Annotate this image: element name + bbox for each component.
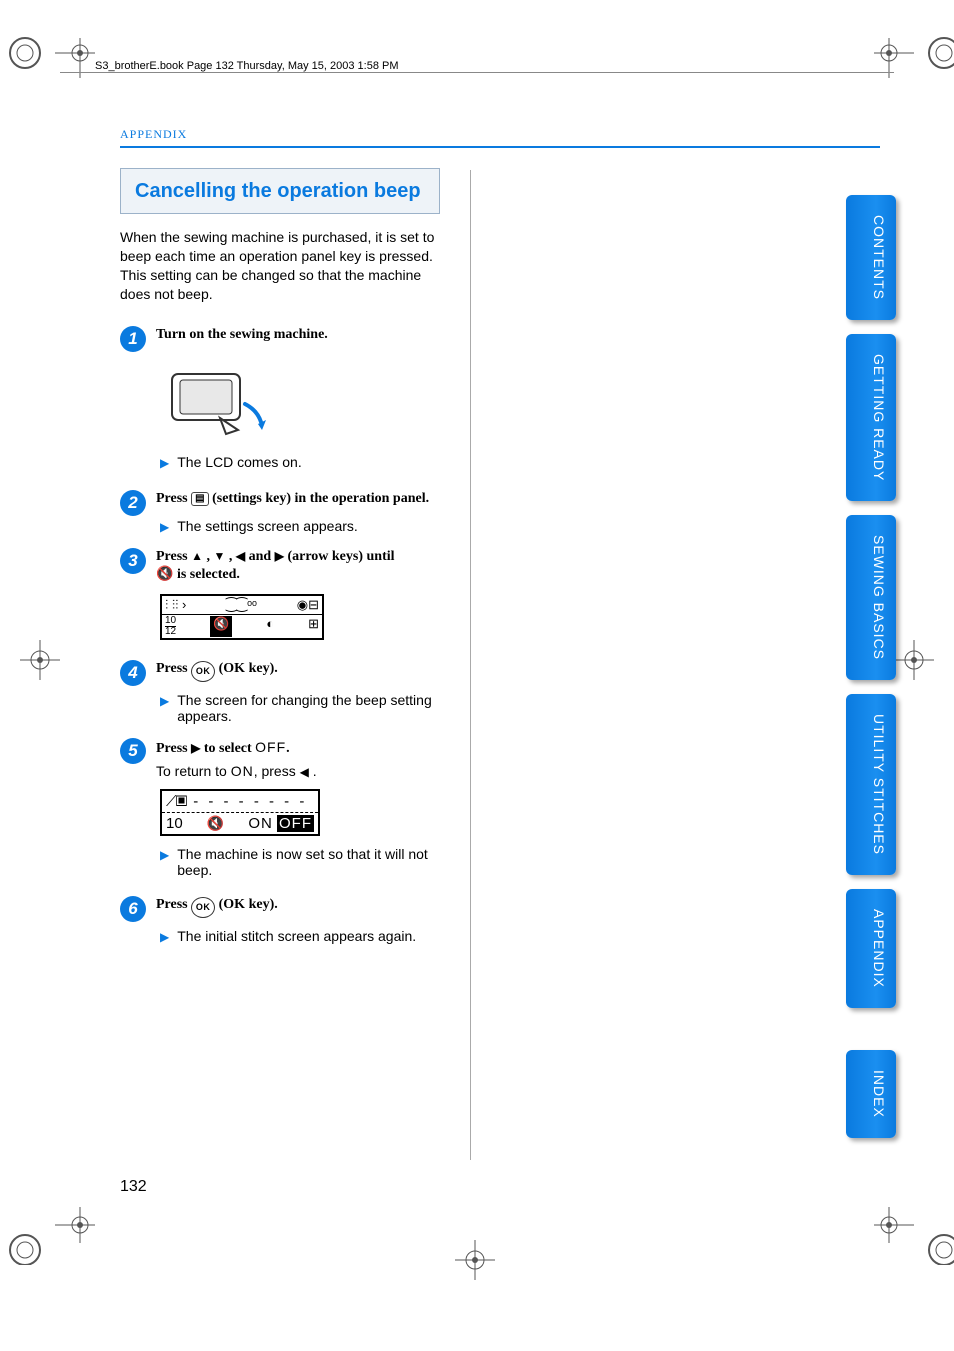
right-arrow-icon: ▶ — [191, 741, 200, 757]
tab-contents[interactable]: CONTENTS — [846, 195, 896, 320]
step-5-sub: To return to ON, press ◀ . — [156, 763, 460, 779]
result-arrow-icon: ▶ — [160, 930, 169, 944]
step-2-result: The settings screen appears. — [177, 518, 358, 534]
on-glyph: ON — [231, 763, 254, 779]
up-arrow-icon: ▲ — [191, 549, 203, 565]
topic-title: Cancelling the operation beep — [135, 179, 425, 203]
step-number-6: 6 — [120, 896, 146, 922]
crop-mark-top-right — [874, 28, 954, 108]
speaker-icon: 🔇 — [156, 567, 173, 582]
step-5-result: The machine is now set so that it will n… — [177, 846, 460, 878]
step-number-3: 3 — [120, 548, 146, 574]
step-4-head: Press OK (OK key). — [156, 660, 460, 682]
lcd-settings-screen: ⫶ ⫶⫶ ›⁐⁐ᵒᵒ◉⊟ 1012 🔇 ◐ ⊞ — [160, 594, 880, 640]
tab-getting-ready[interactable]: GETTING READY — [846, 334, 896, 501]
step-6-result: The initial stitch screen appears again. — [177, 928, 416, 944]
step-number-2: 2 — [120, 490, 146, 516]
crop-mark-top-left — [0, 28, 80, 108]
ok-key-icon: OK — [191, 661, 215, 682]
crop-mark-bottom-right — [874, 1185, 954, 1265]
step-number-1: 1 — [120, 326, 146, 352]
step-3-head: Press ▲ , ▼ , ◀ and ▶ (arrow keys) until… — [156, 548, 460, 584]
step-6-head: Press OK (OK key). — [156, 896, 460, 918]
lcd-beep-onoff: ⟋▣- - - - - - - - 10 🔇 ON OFF — [160, 789, 880, 836]
step-1: 1 Turn on the sewing machine. — [120, 326, 460, 352]
tab-utility-stitches[interactable]: UTILITY STITCHES — [846, 694, 896, 875]
result-arrow-icon: ▶ — [160, 456, 169, 470]
step-1-result: The LCD comes on. — [177, 454, 302, 470]
step-5: 5 Press ▶ to select OFF. To return to ON… — [120, 738, 460, 778]
left-arrow-icon: ◀ — [236, 549, 245, 565]
down-arrow-icon: ▼ — [214, 549, 226, 565]
tab-sewing-basics[interactable]: SEWING BASICS — [846, 515, 896, 680]
speaker-icon: 🔇 — [207, 815, 224, 832]
result-arrow-icon: ▶ — [160, 848, 169, 862]
result-arrow-icon: ▶ — [160, 520, 169, 534]
right-arrow-icon: ▶ — [275, 549, 284, 565]
reg-right — [894, 640, 934, 685]
step-6: 6 Press OK (OK key). ▶ The initial stitc… — [120, 896, 460, 944]
section-header: APPENDIX — [120, 125, 880, 148]
left-arrow-icon: ◀ — [300, 765, 309, 779]
result-arrow-icon: ▶ — [160, 694, 169, 708]
step-3: 3 Press ▲ , ▼ , ◀ and ▶ (arrow keys) unt… — [120, 548, 460, 584]
side-tabs: CONTENTS GETTING READY SEWING BASICS UTI… — [846, 195, 896, 1138]
crop-mark-bottom-left — [0, 1185, 80, 1265]
tab-appendix[interactable]: APPENDIX — [846, 889, 896, 1008]
step-4-result: The screen for changing the beep setting… — [177, 692, 460, 724]
step-4: 4 Press OK (OK key). ▶ The screen for ch… — [120, 660, 460, 724]
reg-left — [20, 640, 60, 685]
step-1-head: Turn on the sewing machine. — [156, 326, 460, 344]
topic-title-box: Cancelling the operation beep — [120, 168, 440, 214]
step-2: 2 Press ▤ (settings key) in the operatio… — [120, 490, 460, 534]
intro-paragraph: When the sewing machine is purchased, it… — [120, 228, 450, 304]
reg-bottom — [455, 1240, 495, 1285]
settings-key-icon: ▤ — [191, 492, 208, 506]
step-5-head: Press ▶ to select OFF. — [156, 738, 460, 758]
step-number-5: 5 — [120, 738, 146, 764]
illustration-power-on — [160, 364, 880, 444]
header-rule — [60, 72, 894, 73]
page-number: 132 — [120, 1178, 147, 1196]
column-divider — [470, 170, 471, 1160]
step-number-4: 4 — [120, 660, 146, 686]
ok-key-icon: OK — [191, 897, 215, 918]
off-glyph: OFF — [255, 739, 286, 755]
step-2-head: Press ▤ (settings key) in the operation … — [156, 490, 460, 508]
tab-index[interactable]: INDEX — [846, 1050, 896, 1138]
book-header-line: S3_brotherE.book Page 132 Thursday, May … — [95, 60, 399, 72]
section-label: APPENDIX — [120, 127, 187, 141]
